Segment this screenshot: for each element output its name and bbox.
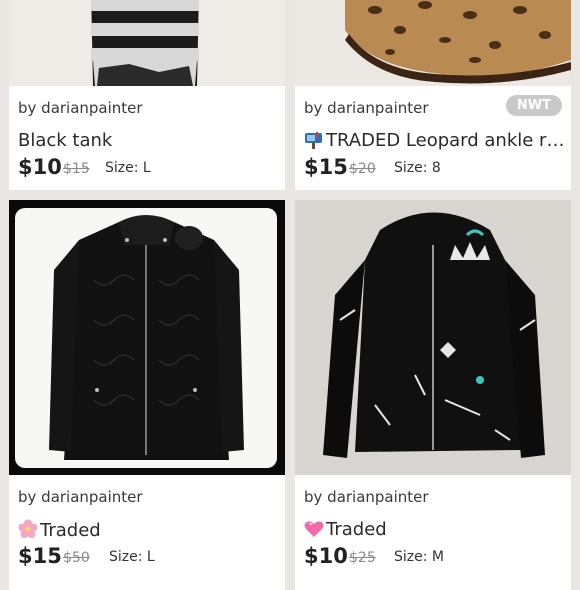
listing-card[interactable]: by darianpainter Traded $15 $50 Size: L	[9, 200, 285, 590]
seller-name[interactable]: by darianpainter	[304, 488, 429, 506]
pink-heart-icon	[304, 520, 324, 543]
size-label: Size: 8	[394, 160, 441, 176]
original-price: $25	[349, 550, 376, 566]
size-label: Size: L	[105, 160, 151, 176]
listing-title-text: Traded	[40, 520, 101, 541]
nwt-badge: NWT	[505, 95, 562, 116]
price: $15	[18, 544, 62, 568]
listing-title[interactable]: Traded	[304, 519, 566, 543]
cherry-blossom-icon	[18, 519, 38, 544]
size-label: Size: M	[394, 549, 444, 565]
listing-photo[interactable]: NWT	[295, 0, 571, 116]
listing-card[interactable]: by darianpainter Traded $10 $25 Size: M	[295, 200, 571, 590]
listing-title[interactable]: Traded	[18, 519, 280, 544]
seller-name[interactable]: by darianpainter	[18, 488, 143, 506]
original-price: $50	[63, 550, 90, 566]
original-price: $15	[63, 161, 90, 177]
original-price: $20	[349, 161, 376, 177]
listing-title[interactable]: Black tank	[18, 130, 280, 151]
listing-title-text: TRADED Leopard ankle rai...	[326, 130, 566, 151]
listing-card[interactable]: NWT by darianpainter TRADED Leopard ankl…	[295, 0, 571, 190]
listing-card[interactable]: by darianpainter Black tank $10 $15 Size…	[9, 0, 285, 190]
listing-title[interactable]: TRADED Leopard ankle rai...	[304, 130, 566, 154]
size-label: Size: L	[109, 549, 155, 565]
listings-grid: by darianpainter Black tank $10 $15 Size…	[0, 0, 580, 590]
price: $10	[304, 544, 348, 568]
listing-photo[interactable]	[9, 200, 285, 475]
listing-photo[interactable]	[9, 0, 285, 86]
price: $10	[18, 155, 62, 179]
listing-title-text: Traded	[326, 519, 387, 540]
price: $15	[304, 155, 348, 179]
mailbox-icon	[304, 131, 324, 154]
seller-name[interactable]: by darianpainter	[18, 99, 143, 117]
seller-name[interactable]: by darianpainter	[304, 99, 429, 117]
listing-photo[interactable]	[295, 200, 571, 475]
